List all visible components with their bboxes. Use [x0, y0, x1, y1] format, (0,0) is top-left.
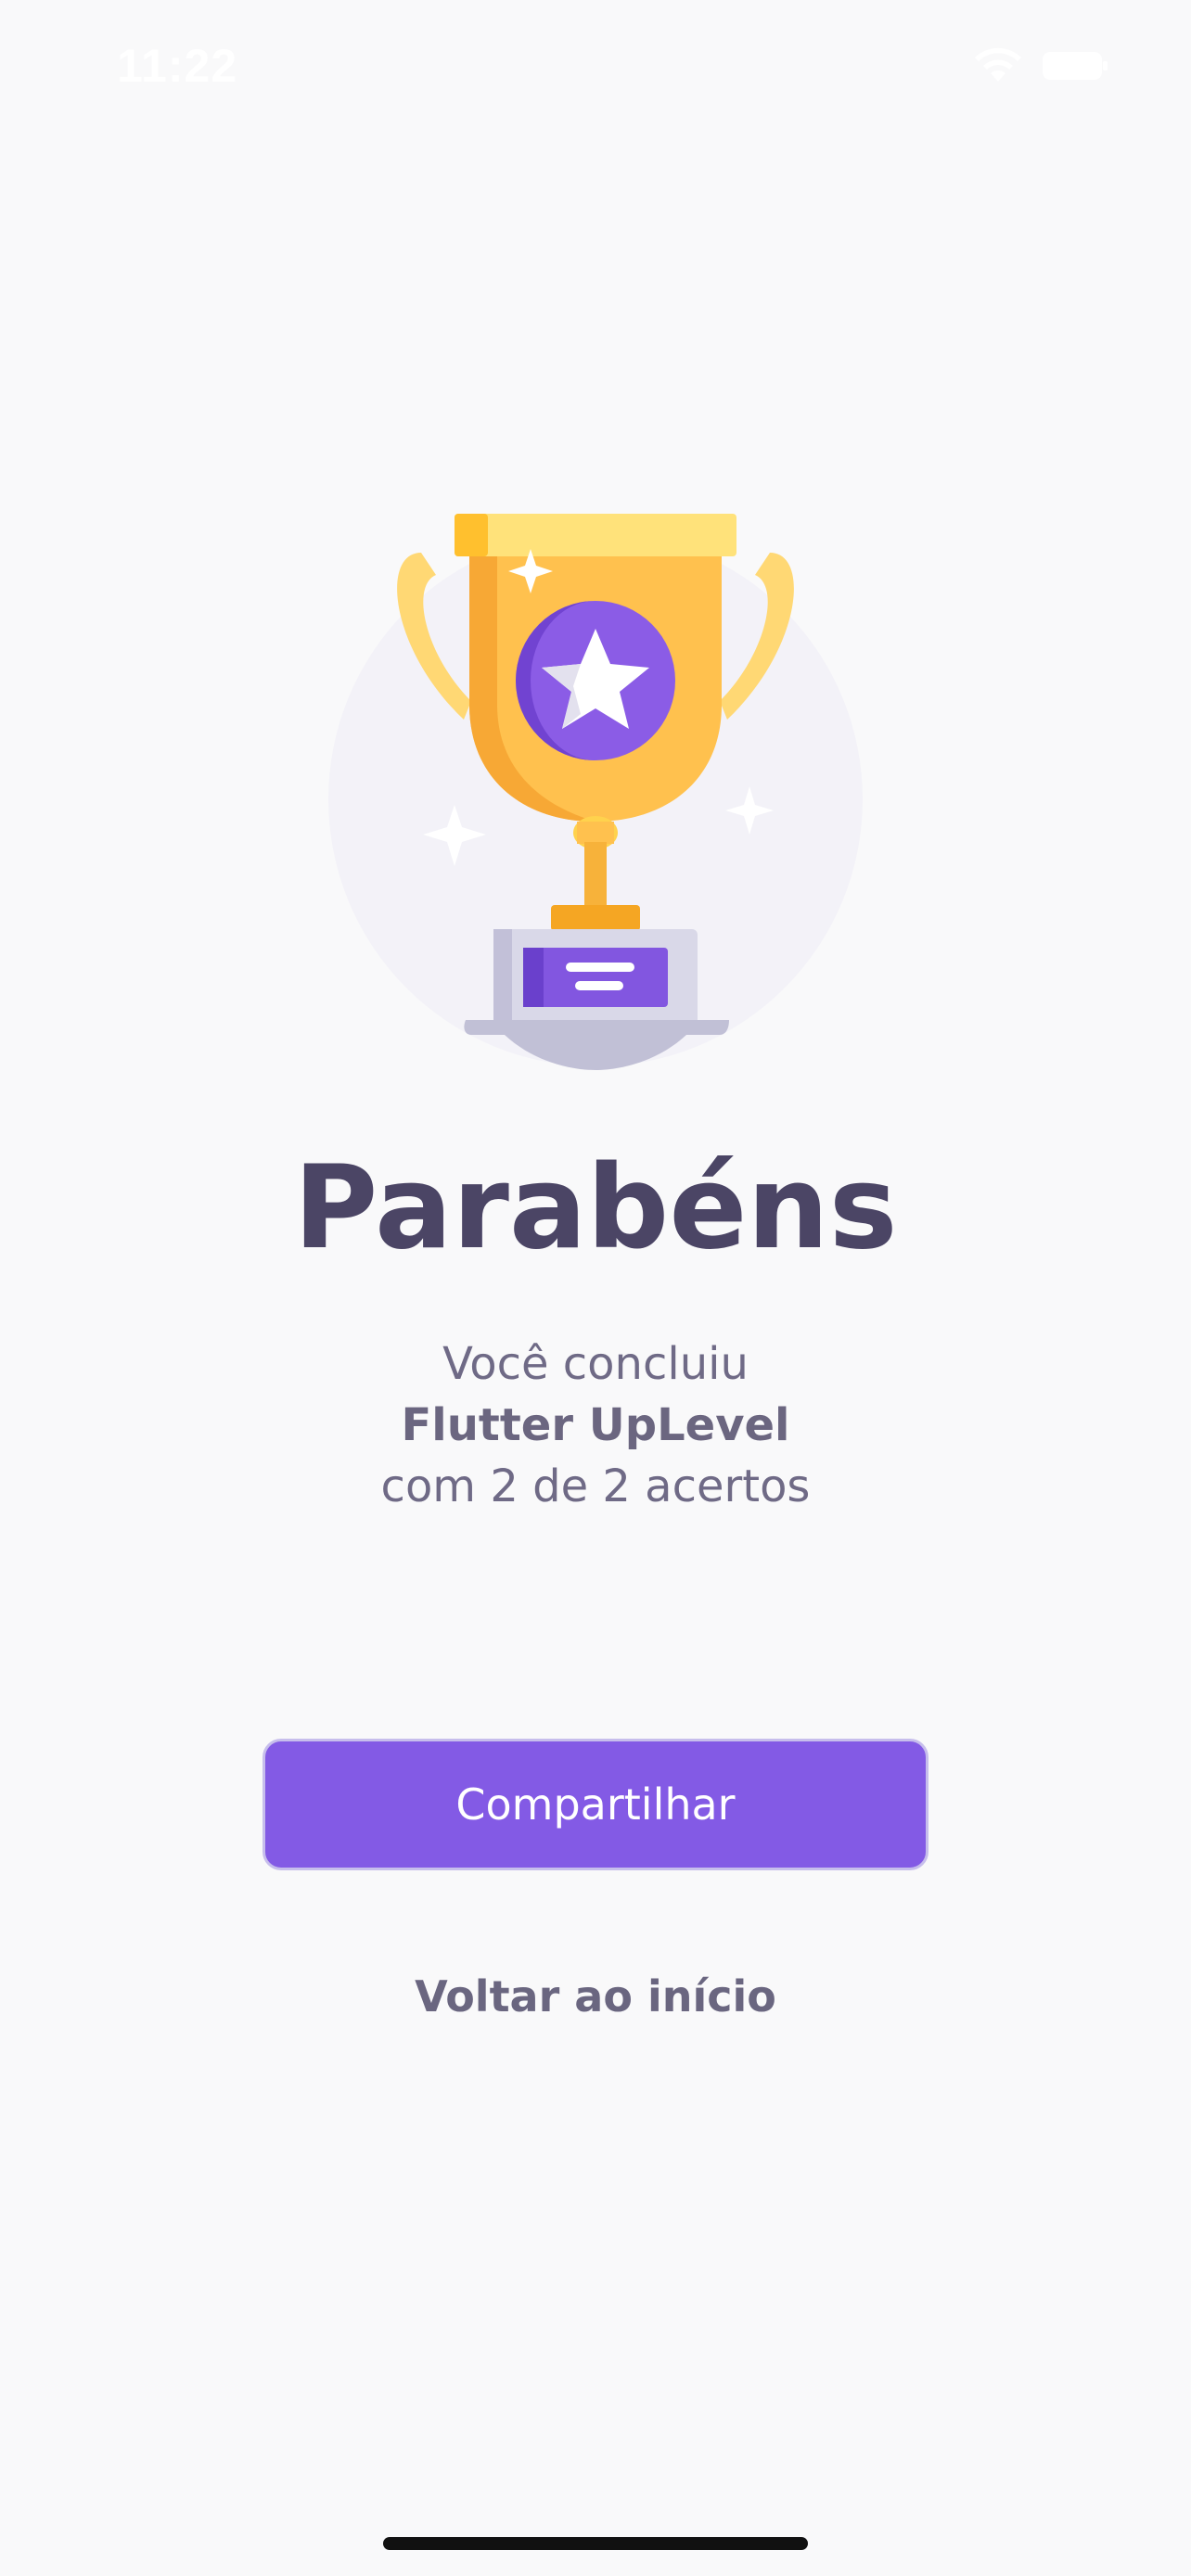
status-bar: 11:22 — [0, 0, 1191, 130]
back-to-home-link[interactable]: Voltar ao início — [0, 1964, 1191, 2029]
trophy-icon — [328, 514, 863, 1070]
page-title: Parabéns — [293, 1141, 898, 1275]
battery-icon — [1043, 52, 1108, 80]
home-indicator[interactable] — [383, 2537, 808, 2550]
summary-line-score: com 2 de 2 acertos — [380, 1460, 811, 1512]
summary-line-completed: Você concluiu — [442, 1338, 749, 1390]
wifi-icon — [975, 47, 1021, 82]
result-summary: Você concluiu Flutter UpLevel com 2 de 2… — [0, 1333, 1191, 1517]
status-time: 11:22 — [117, 40, 238, 92]
share-button[interactable]: Compartilhar — [263, 1739, 928, 1870]
course-name: Flutter UpLevel — [401, 1399, 790, 1451]
